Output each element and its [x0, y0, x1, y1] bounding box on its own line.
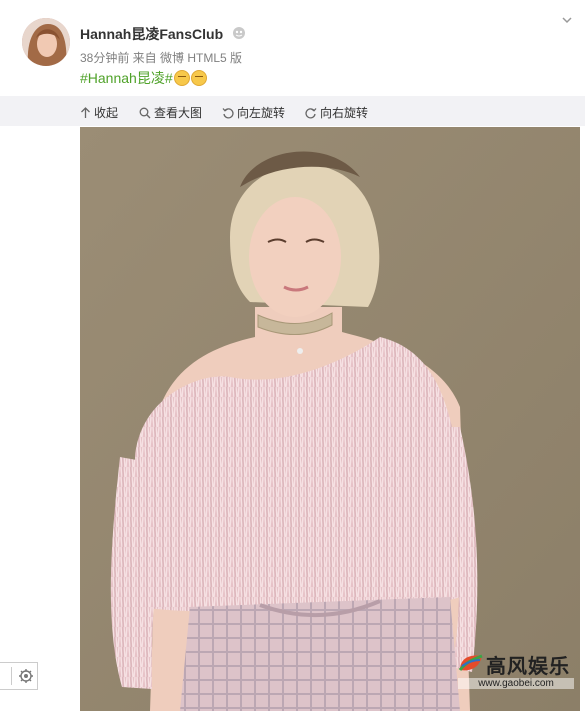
vip-badge-icon: [233, 27, 245, 39]
view-large-label: 查看大图: [154, 106, 203, 120]
watermark-logo-icon: [458, 654, 483, 671]
post-topic[interactable]: #Hannah昆凌#: [80, 68, 207, 88]
search-icon: [139, 107, 151, 118]
watermark-url: www.gaobei.com: [458, 678, 574, 689]
arrow-up-icon: [81, 106, 90, 118]
rotate-left-label: 向左旋转: [237, 106, 286, 120]
post-photo[interactable]: 高风娱乐 www.gaobei.com: [80, 127, 580, 711]
rotate-right-label: 向右旋转: [320, 106, 369, 120]
divider: [11, 667, 12, 685]
topic-link[interactable]: #Hannah昆凌#: [80, 68, 173, 88]
author-name[interactable]: Hannah昆凌FansClub: [80, 24, 223, 44]
smirk-emoji-icon: [190, 70, 207, 86]
post-header: Hannah昆凌FansClub 38分钟前 来自 微博 HTML5 版 #Ha…: [0, 0, 585, 96]
collapse-button[interactable]: 收起: [80, 104, 118, 121]
chevron-down-icon[interactable]: [561, 14, 573, 26]
gear-icon[interactable]: [18, 668, 34, 684]
rotate-left-button[interactable]: 向左旋转: [222, 104, 285, 121]
rotate-right-icon: [305, 107, 317, 118]
view-large-button[interactable]: 查看大图: [139, 104, 202, 121]
post-meta: 38分钟前 来自 微博 HTML5 版: [80, 51, 243, 65]
settings-widget[interactable]: [0, 662, 38, 690]
rotate-left-icon: [222, 107, 234, 118]
image-toolbar: 收起 查看大图 向左旋转 向右旋转: [0, 96, 585, 126]
rotate-right-button[interactable]: 向右旋转: [305, 104, 368, 121]
smirk-emoji-icon: [173, 70, 190, 86]
avatar[interactable]: [22, 18, 70, 66]
watermark: 高风娱乐 www.gaobei.com: [458, 650, 574, 696]
collapse-label: 收起: [94, 106, 119, 120]
watermark-brand: 高风娱乐: [486, 654, 570, 678]
